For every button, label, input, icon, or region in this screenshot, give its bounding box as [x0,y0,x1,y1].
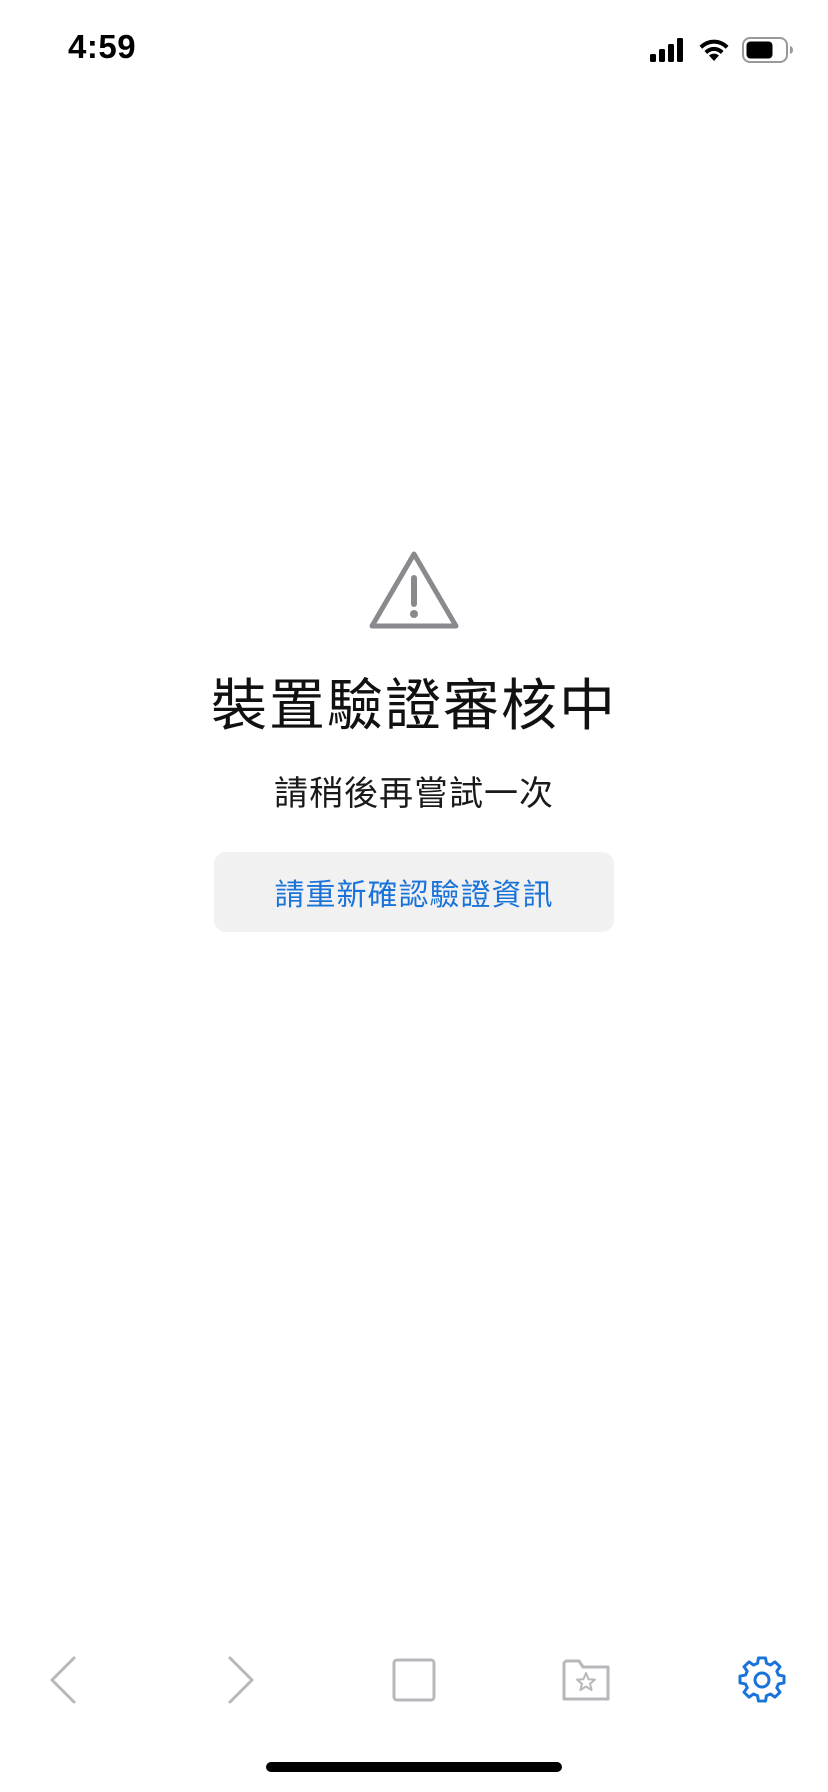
page-subtitle: 請稍後再嘗試一次 [274,774,554,814]
forward-button[interactable] [200,1640,280,1720]
warning-triangle-icon [369,551,459,629]
settings-button[interactable] [722,1640,802,1720]
bottom-toolbar [0,1640,828,1720]
status-time: 4:59 [68,28,137,65]
status-icons [650,36,794,64]
forward-chevron-icon [228,1656,254,1704]
wifi-icon [699,39,729,61]
bookmarks-button[interactable] [546,1640,626,1720]
home-indicator [266,1762,562,1772]
cellular-signal-icon [650,38,683,62]
reverify-button[interactable]: 請重新確認驗證資訊 [214,852,614,932]
back-chevron-icon [50,1656,76,1704]
tabs-square-icon [392,1658,436,1702]
battery-icon [742,37,793,63]
back-button[interactable] [24,1640,104,1720]
app-screen: 4:59 裝置驗證審核中 請稍後再嘗試一次 請重新確認驗證資訊 [0,0,828,1792]
message-panel: 裝置驗證審核中 請稍後再嘗試一次 請重新確認驗證資訊 [0,548,828,932]
page-title: 裝置驗證審核中 [211,674,617,739]
tabs-button[interactable] [374,1640,454,1720]
status-bar: 4:59 [0,0,828,100]
bookmark-folder-icon [562,1659,610,1701]
gear-icon [738,1656,786,1703]
